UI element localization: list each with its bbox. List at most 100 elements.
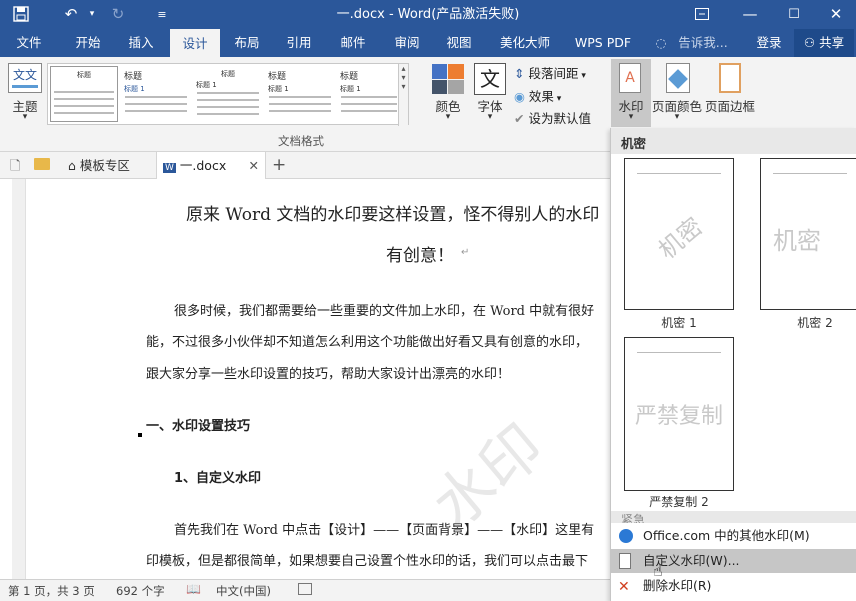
tab-beautify[interactable]: 美化大师 bbox=[494, 29, 556, 57]
customize-toolbar-icon[interactable]: ≡ bbox=[150, 0, 174, 29]
style-thumb-5[interactable]: 标题 标题 1 bbox=[338, 66, 400, 122]
page-border-icon[interactable] bbox=[719, 63, 741, 93]
login-link[interactable]: 登录 bbox=[752, 29, 786, 57]
redo-icon[interactable]: ↻ bbox=[106, 0, 130, 29]
word-icon: W bbox=[163, 163, 176, 173]
new-document-icon[interactable]: 🗋 bbox=[10, 157, 20, 179]
remove-icon: ✕ bbox=[618, 579, 630, 595]
folder-icon[interactable] bbox=[34, 158, 50, 170]
watermark-gallery-panel: 机密 机密 机密 1 机密 机密 2 严禁复制 严禁复制 2 紧急 Office… bbox=[610, 128, 856, 601]
watermark-icon: A bbox=[619, 63, 641, 93]
ribbon-display-icon[interactable] bbox=[684, 0, 720, 29]
theme-dropdown-icon[interactable]: ▾ bbox=[6, 112, 44, 122]
document-format-group-label: 文档格式 bbox=[278, 134, 324, 148]
style-thumb-2[interactable]: 标题 标题 1 bbox=[122, 66, 190, 122]
colors-dropdown-icon[interactable]: ▾ bbox=[428, 112, 468, 122]
custom-watermark-menu-item[interactable]: 自定义水印(W)... bbox=[611, 549, 856, 573]
watermark-confidential-1[interactable]: 机密 bbox=[624, 158, 734, 310]
effects-icon: ◉ bbox=[514, 89, 525, 104]
paragraph-mark: ↵ bbox=[461, 247, 470, 258]
tab-file[interactable]: 文件 bbox=[8, 29, 50, 57]
tab-mailings[interactable]: 邮件 bbox=[332, 29, 374, 57]
undo-icon[interactable]: ↶ bbox=[56, 0, 86, 29]
page-color-icon[interactable] bbox=[666, 63, 690, 93]
watermark-dropdown-icon[interactable]: ▾ bbox=[611, 112, 651, 122]
macro-record-icon[interactable] bbox=[298, 583, 312, 595]
effects-button[interactable]: ◉ 效果 ▾ bbox=[514, 86, 594, 104]
file-tabs-bar: 🗋 ⌂ 模板专区 W 一.docx ✕ + bbox=[0, 152, 610, 180]
title-bar: ↶ ▾ ↻ ≡ 一.docx - Word(产品激活失败) — ☐ ✕ bbox=[0, 0, 856, 29]
set-default-label: 设为默认值 bbox=[528, 111, 591, 126]
style-thumb-4[interactable]: 标题 标题 1 bbox=[266, 66, 334, 122]
paragraph-2b: 印模板，但是都很简单，如果想要自己设置个性水印的话，我们可以点击最下 bbox=[146, 554, 589, 569]
section-header-2: 紧急 bbox=[611, 511, 856, 523]
watermark-preview-text: 严禁复制 bbox=[634, 404, 723, 429]
tab-view[interactable]: 视图 bbox=[438, 29, 480, 57]
add-tab-icon[interactable]: + bbox=[272, 155, 286, 175]
ribbon-tabs: 文件 开始 插入 设计 布局 引用 邮件 审阅 视图 美化大师 WPS PDF … bbox=[0, 29, 856, 57]
watermark-no-copy-2[interactable]: 严禁复制 bbox=[624, 337, 734, 491]
document-canvas[interactable]: 水印 原来 Word 文档的水印要这样设置，怪不得别人的水印 有创意！ ↵ 很多… bbox=[0, 179, 610, 579]
tab-references[interactable]: 引用 bbox=[278, 29, 320, 57]
menu-label: 删除水印(R) bbox=[643, 578, 712, 593]
section-header: 机密 bbox=[611, 128, 856, 154]
watermark-caption-3: 严禁复制 2 bbox=[649, 495, 709, 509]
section-title: 机密 bbox=[621, 136, 647, 151]
effects-label: 效果 bbox=[528, 89, 554, 104]
set-default-button[interactable]: ✔ 设为默认值 bbox=[514, 108, 608, 126]
more-watermarks-menu-item[interactable]: Office.com 中的其他水印(M) bbox=[611, 524, 856, 548]
paragraph-1c: 跟大家分享一些水印设置的技巧，帮助大家设计出漂亮的水印！ bbox=[146, 367, 511, 382]
tab-design[interactable]: 设计 bbox=[170, 29, 220, 57]
save-icon[interactable] bbox=[8, 0, 34, 29]
heading-2: 1、自定义水印 bbox=[174, 471, 262, 486]
left-margin bbox=[12, 179, 26, 579]
section2-title: 紧急 bbox=[621, 513, 646, 523]
tab-current-document[interactable]: W 一.docx ✕ bbox=[156, 152, 266, 180]
close-tab-icon[interactable]: ✕ bbox=[249, 152, 259, 179]
close-icon[interactable]: ✕ bbox=[818, 0, 854, 29]
paragraph-spacing-button[interactable]: ⇕ 段落间距 ▾ bbox=[514, 63, 604, 81]
lightbulb-icon: ◌ bbox=[655, 35, 667, 50]
share-button[interactable]: ⚇ 共享 bbox=[794, 29, 854, 57]
watermark-confidential-2[interactable]: 机密 bbox=[760, 158, 856, 310]
style-thumb-3[interactable]: 标题 标题 1 bbox=[194, 66, 262, 122]
person-icon: ⚇ bbox=[803, 35, 816, 50]
document-tab-label: 一.docx bbox=[179, 158, 227, 173]
tab-layout[interactable]: 布局 bbox=[226, 29, 268, 57]
remove-watermark-menu-item[interactable]: ✕ 删除水印(R) bbox=[611, 574, 856, 598]
paragraph-spacing-label: 段落间距 bbox=[528, 66, 579, 81]
watermark-caption-2: 机密 2 bbox=[797, 316, 833, 330]
style-thumb-1[interactable]: 标题 bbox=[50, 66, 118, 122]
undo-dropdown-icon[interactable]: ▾ bbox=[86, 0, 98, 29]
fonts-icon[interactable]: 文 bbox=[474, 63, 506, 95]
tab-review[interactable]: 审阅 bbox=[386, 29, 428, 57]
gallery-scroll[interactable]: ▴ ▾ ▾ bbox=[398, 64, 408, 126]
style-gallery: 标题 标题 标题 1 标题 标题 1 标题 标题 1 标题 标题 1 ▴ ▾ ▾ bbox=[47, 63, 409, 126]
page-border-label[interactable]: 页面边框 bbox=[704, 96, 756, 115]
language[interactable]: 中文(中国) bbox=[216, 583, 271, 599]
fonts-dropdown-icon[interactable]: ▾ bbox=[470, 112, 510, 122]
watermark-caption-1: 机密 1 bbox=[661, 316, 697, 330]
maximize-icon[interactable]: ☐ bbox=[776, 0, 812, 29]
list-bullet bbox=[138, 433, 142, 437]
tell-me-search[interactable]: 告诉我... bbox=[672, 29, 734, 57]
tab-template-zone[interactable]: ⌂ 模板专区 bbox=[62, 152, 154, 179]
word-count[interactable]: 692 个字 bbox=[116, 583, 165, 599]
page-count[interactable]: 第 1 页，共 3 页 bbox=[8, 583, 95, 599]
watermark-preview-text: 机密 bbox=[653, 212, 708, 265]
colors-icon[interactable] bbox=[432, 64, 464, 94]
tab-home[interactable]: 开始 bbox=[64, 29, 112, 57]
page-watermark-icon bbox=[619, 553, 631, 569]
page-color-dropdown-icon[interactable]: ▾ bbox=[652, 112, 702, 122]
paragraph-spacing-icon: ⇕ bbox=[514, 66, 525, 81]
mouse-cursor-icon: ☝ bbox=[653, 561, 663, 580]
proofing-icon[interactable]: 📖 bbox=[186, 582, 201, 596]
menu-label: Office.com 中的其他水印(M) bbox=[643, 528, 810, 543]
tab-insert[interactable]: 插入 bbox=[118, 29, 164, 57]
checkmark-icon: ✔ bbox=[514, 111, 525, 126]
globe-icon bbox=[619, 529, 633, 543]
tab-wps-pdf[interactable]: WPS PDF bbox=[570, 29, 636, 57]
minimize-icon[interactable]: — bbox=[732, 0, 768, 29]
template-tab-label: 模板专区 bbox=[79, 158, 130, 173]
theme-icon[interactable]: 文文 bbox=[8, 63, 42, 93]
